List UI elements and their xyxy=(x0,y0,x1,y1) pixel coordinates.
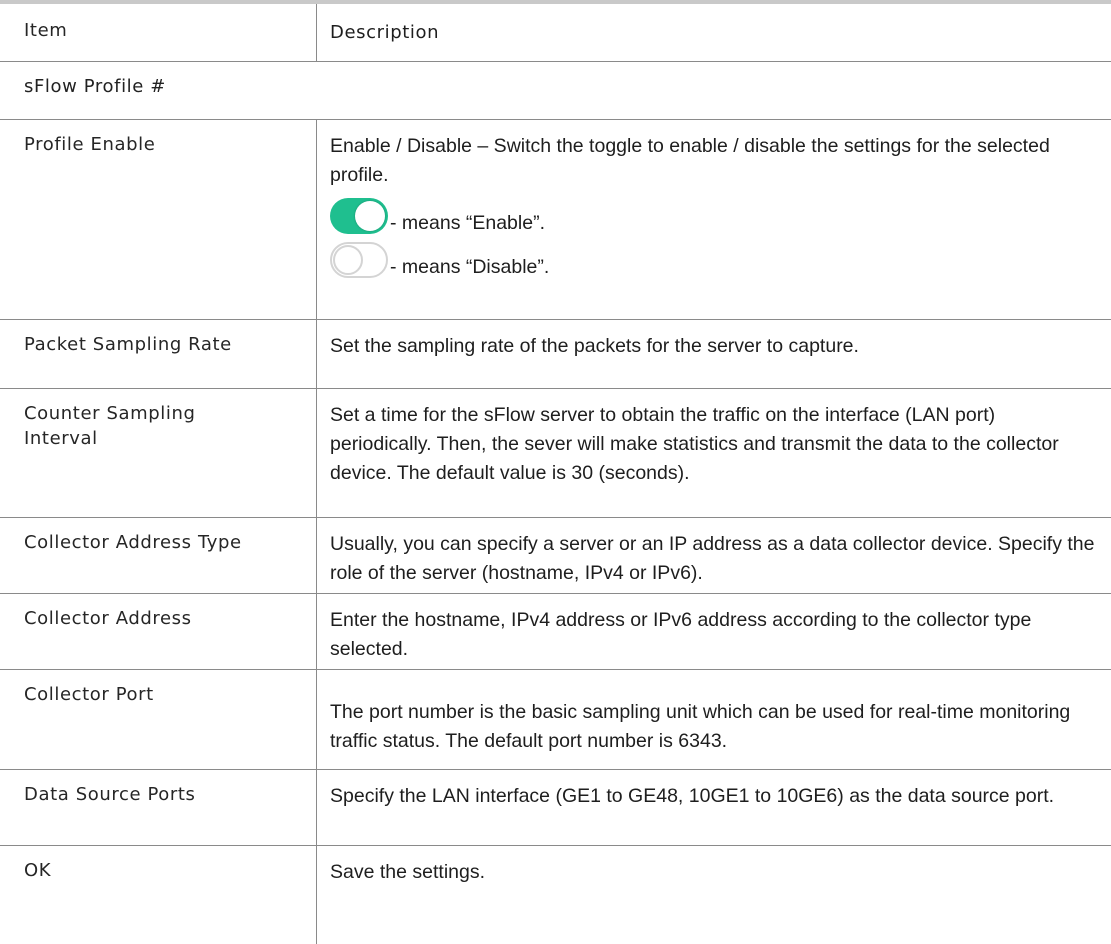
description-table: Item Description sFlow Profile # Profile… xyxy=(0,0,1111,944)
row-item: Collector Address Type xyxy=(24,532,242,553)
section-row: sFlow Profile # xyxy=(0,62,1111,120)
section-title: sFlow Profile # xyxy=(24,76,166,97)
row-description: The port number is the basic sampling un… xyxy=(316,670,1111,769)
row-description: Set a time for the sFlow server to obtai… xyxy=(316,389,1111,517)
row-item: OK xyxy=(24,860,52,881)
table-row: Data Source Ports Specify the LAN interf… xyxy=(0,770,1111,846)
row-description: Specify the LAN interface (GE1 to GE48, … xyxy=(316,770,1111,845)
row-description: Set the sampling rate of the packets for… xyxy=(316,320,1111,388)
row-item-line: Counter Sampling xyxy=(24,403,196,424)
row-item: Counter Sampling Interval xyxy=(0,389,316,517)
table-row: Packet Sampling Rate Set the sampling ra… xyxy=(0,320,1111,389)
row-item: Packet Sampling Rate xyxy=(24,334,232,355)
header-item-cell: Item xyxy=(24,20,68,41)
disable-legend-text: - means “Disable”. xyxy=(390,256,550,278)
table-row: Profile Enable Enable / Disable – Switch… xyxy=(0,120,1111,320)
row-description: Save the settings. xyxy=(316,846,1111,944)
row-description: Enable / Disable – Switch the toggle to … xyxy=(316,120,1111,319)
table-row: Collector Address Enter the hostname, IP… xyxy=(0,594,1111,670)
table-row: Collector Port The port number is the ba… xyxy=(0,670,1111,770)
row-item-line: Interval xyxy=(24,428,98,449)
header-description-cell: Description xyxy=(316,4,1111,61)
row-description: Usually, you can specify a server or an … xyxy=(316,518,1111,593)
profile-enable-description: Enable / Disable – Switch the toggle to … xyxy=(330,135,1050,186)
disable-legend: - means “Disable”. xyxy=(330,234,1097,278)
row-item: Data Source Ports xyxy=(24,784,196,805)
enable-legend-text: - means “Enable”. xyxy=(390,212,545,234)
toggle-off-icon xyxy=(330,242,388,278)
row-item: Collector Address xyxy=(24,608,192,629)
table-header-row: Item Description xyxy=(0,4,1111,62)
table-row: OK Save the settings. xyxy=(0,846,1111,944)
row-item: Profile Enable xyxy=(24,134,156,155)
table-row: Collector Address Type Usually, you can … xyxy=(0,518,1111,594)
enable-legend: - means “Enable”. xyxy=(330,190,1097,234)
row-item: Collector Port xyxy=(24,684,154,705)
table-row: Counter Sampling Interval Set a time for… xyxy=(0,389,1111,518)
toggle-on-icon xyxy=(330,198,388,234)
row-description: Enter the hostname, IPv4 address or IPv6… xyxy=(316,594,1111,669)
